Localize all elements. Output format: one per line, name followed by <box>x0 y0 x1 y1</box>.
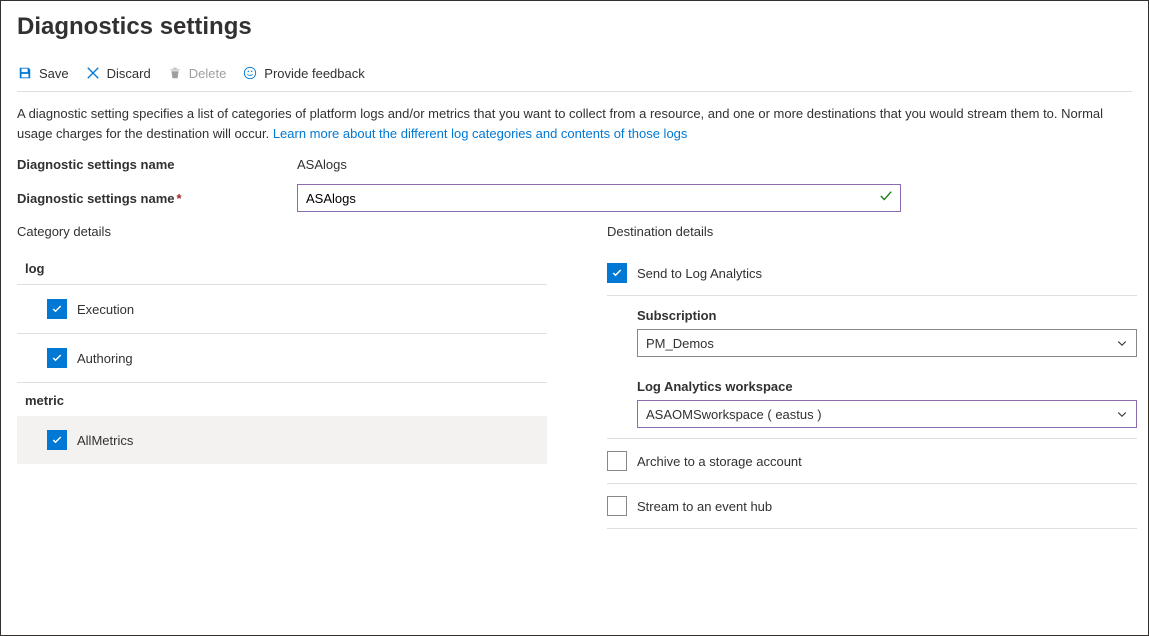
discard-label: Discard <box>107 66 151 81</box>
execution-checkbox[interactable] <box>47 299 67 319</box>
workspace-field: Log Analytics workspace ASAOMSworkspace … <box>607 367 1137 439</box>
category-details-header: Category details <box>17 224 577 239</box>
feedback-button[interactable]: Provide feedback <box>242 65 364 81</box>
required-asterisk: * <box>176 191 181 206</box>
subscription-value: PM_Demos <box>646 336 714 351</box>
feedback-label: Provide feedback <box>264 66 364 81</box>
diag-name-label: Diagnostic settings name* <box>17 191 297 206</box>
chevron-down-icon <box>1116 408 1128 420</box>
learn-more-link[interactable]: Learn more about the different log categ… <box>273 126 688 141</box>
delete-label: Delete <box>189 66 227 81</box>
stream-eventhub-row: Stream to an event hub <box>607 484 1137 529</box>
close-icon <box>85 65 101 81</box>
diag-name-readonly-value: ASAlogs <box>297 157 347 172</box>
workspace-label: Log Analytics workspace <box>637 379 1137 394</box>
authoring-checkbox[interactable] <box>47 348 67 368</box>
send-log-analytics-checkbox[interactable] <box>607 263 627 283</box>
diag-name-input[interactable] <box>297 184 901 212</box>
log-execution-row: Execution <box>17 285 547 334</box>
allmetrics-checkbox[interactable] <box>47 430 67 450</box>
execution-label: Execution <box>77 302 134 317</box>
archive-storage-row: Archive to a storage account <box>607 439 1137 484</box>
stream-eventhub-label: Stream to an event hub <box>637 499 772 514</box>
save-button[interactable]: Save <box>17 65 69 81</box>
log-group-header: log <box>17 251 547 285</box>
diag-name-readonly-label: Diagnostic settings name <box>17 157 297 172</box>
subscription-field: Subscription PM_Demos <box>607 296 1137 367</box>
category-details-col: Category details log Execution Authoring… <box>17 224 577 529</box>
allmetrics-label: AllMetrics <box>77 433 133 448</box>
workspace-value: ASAOMSworkspace ( eastus ) <box>646 407 822 422</box>
subscription-select[interactable]: PM_Demos <box>637 329 1137 357</box>
save-icon <box>17 65 33 81</box>
archive-storage-checkbox[interactable] <box>607 451 627 471</box>
destination-details-col: Destination details Send to Log Analytic… <box>607 224 1149 529</box>
log-authoring-row: Authoring <box>17 334 547 383</box>
archive-storage-label: Archive to a storage account <box>637 454 802 469</box>
valid-check-icon <box>879 189 893 206</box>
metric-allmetrics-row: AllMetrics <box>17 416 547 464</box>
stream-eventhub-checkbox[interactable] <box>607 496 627 516</box>
chevron-down-icon <box>1116 337 1128 349</box>
save-label: Save <box>39 66 69 81</box>
workspace-select[interactable]: ASAOMSworkspace ( eastus ) <box>637 400 1137 428</box>
trash-icon <box>167 65 183 81</box>
send-log-analytics-label: Send to Log Analytics <box>637 266 762 281</box>
page-title: Diagnostics settings <box>17 13 1132 41</box>
metric-group-header: metric <box>17 383 547 416</box>
description-text: A diagnostic setting specifies a list of… <box>17 104 1132 143</box>
smiley-icon <box>242 65 258 81</box>
discard-button[interactable]: Discard <box>85 65 151 81</box>
subscription-label: Subscription <box>637 308 1137 323</box>
destination-details-header: Destination details <box>607 224 1149 239</box>
send-log-analytics-row: Send to Log Analytics <box>607 251 1137 296</box>
delete-button: Delete <box>167 65 227 81</box>
authoring-label: Authoring <box>77 351 133 366</box>
toolbar: Save Discard Delete Provide feedback <box>17 65 1132 92</box>
